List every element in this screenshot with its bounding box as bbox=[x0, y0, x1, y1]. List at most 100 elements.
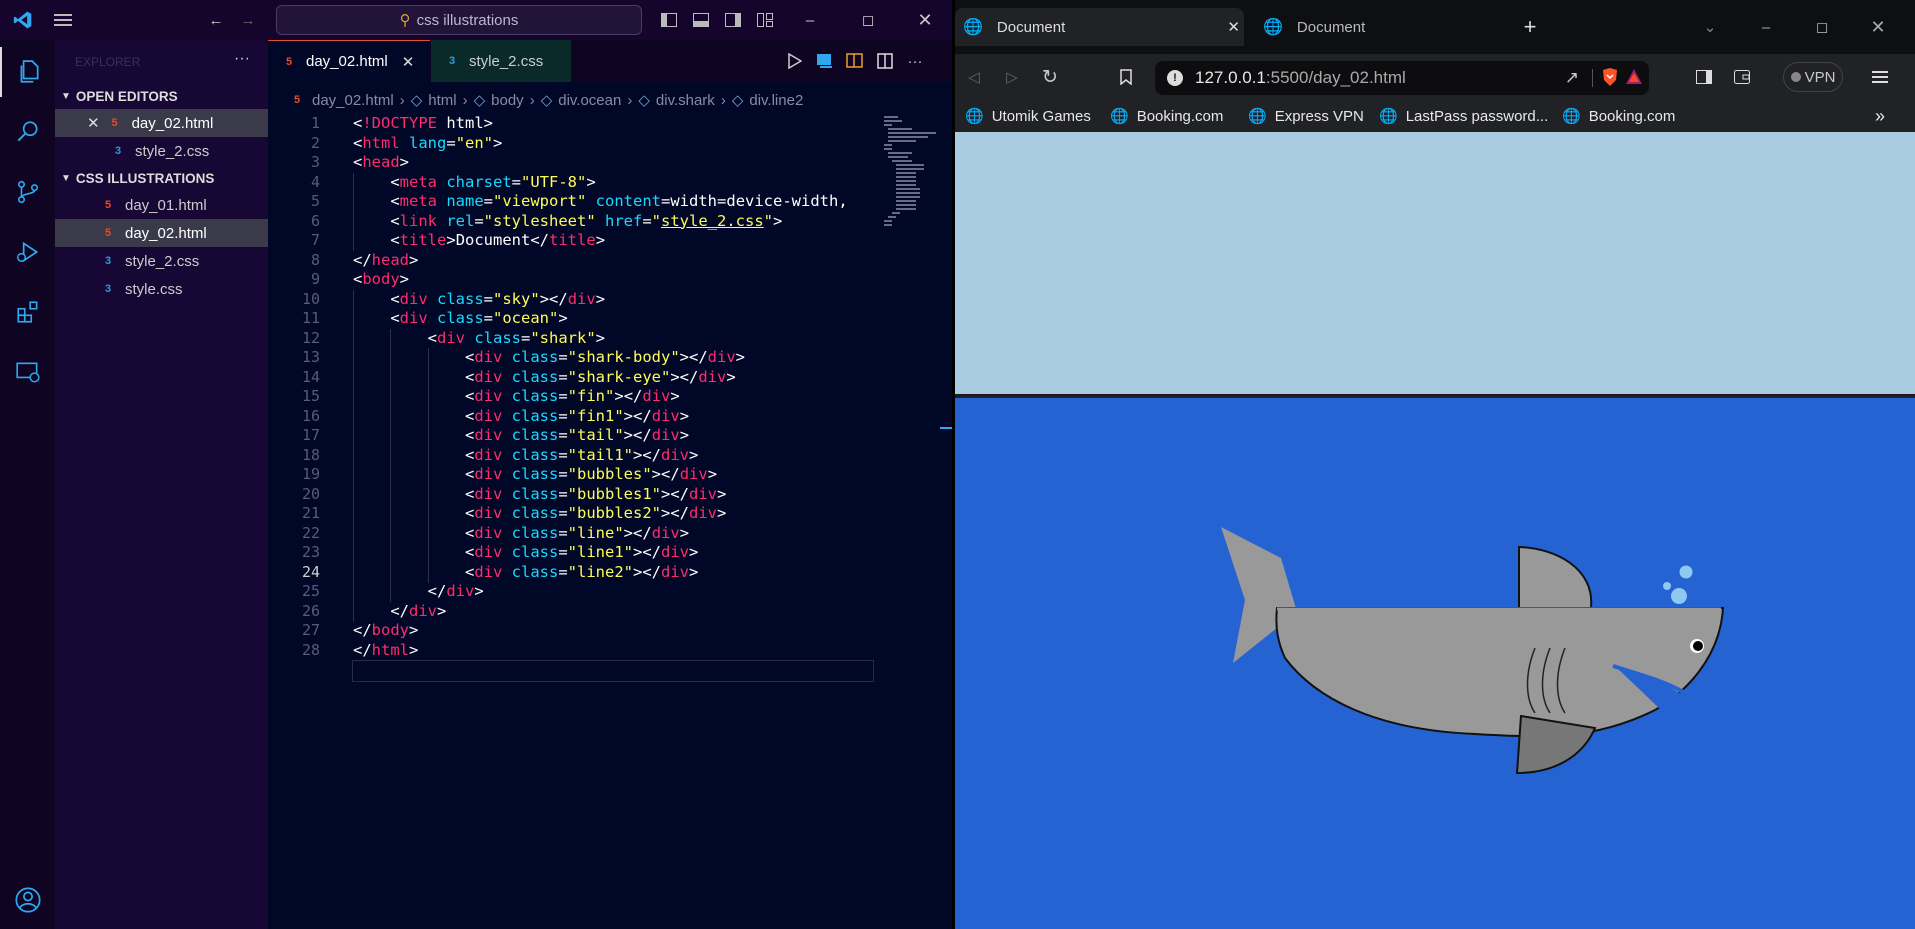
open-editor-item[interactable]: ✕ 5 day_02.html bbox=[55, 109, 268, 137]
back-icon[interactable]: ◁ bbox=[959, 54, 989, 100]
file-item[interactable]: 3 style_2.css bbox=[55, 247, 268, 275]
line-number: 16 bbox=[301, 406, 320, 425]
explorer-header: EXPLORER ··· bbox=[55, 40, 268, 83]
explorer-title: EXPLORER bbox=[75, 54, 141, 69]
code-line: </div> bbox=[353, 601, 446, 622]
tab-style-2[interactable]: 3 style_2.css bbox=[431, 40, 571, 82]
globe-icon: 🌐 bbox=[963, 19, 983, 36]
live-preview-icon[interactable] bbox=[842, 40, 868, 82]
forward-icon[interactable]: ▷ bbox=[997, 54, 1027, 100]
file-item[interactable]: 5 day_01.html bbox=[55, 191, 268, 219]
run-debug-icon[interactable] bbox=[0, 227, 55, 277]
minimize-icon[interactable]: – bbox=[1751, 8, 1781, 46]
wallet-icon[interactable] bbox=[1727, 54, 1757, 100]
bookmark-label: Express VPN bbox=[1274, 107, 1364, 125]
search-icon[interactable] bbox=[0, 107, 55, 157]
menu-icon[interactable] bbox=[48, 0, 78, 40]
vpn-button[interactable]: VPN bbox=[1783, 62, 1843, 92]
new-tab-icon[interactable]: + bbox=[1515, 8, 1545, 46]
reload-icon[interactable]: ↻ bbox=[1035, 54, 1065, 100]
file-item[interactable]: 3 style.css bbox=[55, 275, 268, 303]
tab-search-icon[interactable]: ⌄ bbox=[1695, 8, 1725, 46]
split-editor-icon[interactable] bbox=[872, 40, 898, 82]
open-editors-section[interactable]: ▼ OPEN EDITORS bbox=[55, 83, 268, 109]
browser-tab-active[interactable]: 🌐 Document ✕ bbox=[955, 8, 1244, 46]
browser-tab[interactable]: 🌐 Document bbox=[1255, 8, 1505, 46]
address-bar[interactable]: ! 127.0.0.1 :5500/day_02.html ↗ bbox=[1155, 61, 1649, 95]
maximize-icon[interactable]: ◻ bbox=[853, 0, 883, 40]
globe-icon: 🌐 bbox=[1110, 108, 1129, 125]
toggle-secondary-sidebar-icon[interactable] bbox=[720, 0, 746, 40]
css3-icon: 3 bbox=[114, 145, 122, 157]
more-bookmarks-icon[interactable]: » bbox=[1875, 100, 1885, 132]
breadcrumb-item[interactable]: div.line2 bbox=[749, 92, 803, 109]
line-number: 24 bbox=[301, 562, 320, 581]
bookmark-item[interactable]: 🌐 Express VPN bbox=[1248, 100, 1364, 132]
remote-explorer-icon[interactable] bbox=[0, 347, 55, 397]
vpn-status-icon bbox=[1790, 72, 1801, 82]
project-section[interactable]: ▼ CSS ILLUSTRATIONS bbox=[55, 165, 268, 191]
close-icon[interactable]: ✕ bbox=[402, 53, 415, 71]
chevron-down-icon: ▼ bbox=[61, 90, 71, 102]
toggle-sidebar-icon[interactable] bbox=[656, 0, 682, 40]
forward-arrow-icon[interactable]: → bbox=[234, 0, 262, 40]
command-center-search[interactable]: ⚲ css illustrations bbox=[276, 5, 642, 35]
breadcrumb-item[interactable]: html bbox=[428, 92, 456, 109]
code-line: <div class="bubbles"></div> bbox=[353, 465, 717, 485]
line-number: 1 bbox=[310, 114, 320, 132]
code-line: </div> bbox=[353, 582, 484, 602]
customize-layout-icon[interactable] bbox=[752, 0, 778, 40]
code-line: <div class="sky"></div> bbox=[353, 289, 605, 310]
share-icon[interactable]: ↗ bbox=[1565, 68, 1579, 88]
extensions-icon[interactable] bbox=[0, 287, 55, 337]
vscode-titlebar: ← → ⚲ css illustrations – ◻ ✕ bbox=[0, 0, 952, 40]
bookmark-item[interactable]: 🌐 Booking.com bbox=[1562, 100, 1675, 132]
accounts-icon[interactable] bbox=[0, 875, 55, 925]
site-info-icon[interactable]: ! bbox=[1167, 70, 1183, 86]
back-arrow-icon[interactable]: ← bbox=[202, 0, 230, 40]
line-number: 11 bbox=[301, 309, 320, 327]
indent-guide bbox=[353, 328, 354, 349]
more-actions-icon[interactable]: ··· bbox=[902, 40, 928, 82]
breadcrumb-item[interactable]: body bbox=[491, 92, 524, 109]
brave-rewards-icon[interactable] bbox=[1625, 68, 1643, 91]
maximize-icon[interactable]: ◻ bbox=[1807, 8, 1837, 46]
close-tab-icon[interactable]: ✕ bbox=[1227, 18, 1240, 36]
minimize-icon[interactable]: – bbox=[795, 0, 825, 40]
explorer-icon[interactable] bbox=[0, 47, 55, 97]
close-icon[interactable]: ✕ bbox=[87, 114, 100, 132]
more-actions-icon[interactable]: ··· bbox=[234, 50, 250, 68]
html5-icon: 5 bbox=[293, 94, 301, 106]
menu-icon[interactable] bbox=[1865, 54, 1895, 100]
indent-guide bbox=[427, 504, 429, 524]
file-label: day_01.html bbox=[125, 196, 207, 214]
indent-guide bbox=[353, 601, 354, 622]
open-preview-icon[interactable] bbox=[812, 40, 838, 82]
indent-guide bbox=[353, 504, 354, 524]
run-icon[interactable] bbox=[782, 40, 808, 82]
chevron-right-icon: › bbox=[462, 91, 468, 109]
close-icon[interactable]: ✕ bbox=[1863, 8, 1893, 46]
bookmark-item[interactable]: 🌐 LastPass password... bbox=[1379, 100, 1548, 132]
indent-guide bbox=[390, 367, 392, 388]
brave-shields-icon[interactable] bbox=[1601, 67, 1619, 92]
bookmark-icon[interactable] bbox=[1111, 54, 1141, 100]
source-control-icon[interactable] bbox=[0, 167, 55, 217]
bookmark-item[interactable]: 🌐 Booking.com bbox=[1110, 100, 1223, 132]
code-editor[interactable]: 1 <!DOCTYPE html> 2 <html lang="en"> 3 <head>… bbox=[268, 112, 874, 929]
sidebar-toggle-icon[interactable] bbox=[1689, 54, 1719, 100]
tab-day-02[interactable]: 5 day_02.html ✕ bbox=[268, 40, 430, 82]
project-title: CSS ILLUSTRATIONS bbox=[75, 170, 215, 186]
file-item[interactable]: 5 day_02.html bbox=[55, 219, 268, 247]
breadcrumb-item[interactable]: div.ocean bbox=[558, 92, 621, 109]
editor-scrollbar[interactable] bbox=[938, 82, 952, 929]
close-icon[interactable]: ✕ bbox=[910, 0, 940, 40]
breadcrumb-item[interactable]: day_02.html bbox=[312, 92, 394, 109]
minimap[interactable] bbox=[874, 112, 936, 929]
open-editor-item[interactable]: 3 style_2.css bbox=[55, 137, 268, 165]
breadcrumb-item[interactable]: div.shark bbox=[656, 92, 715, 109]
toggle-panel-icon[interactable] bbox=[688, 0, 714, 40]
indent-guide bbox=[353, 426, 354, 446]
bookmark-item[interactable]: 🌐 Utomik Games bbox=[965, 100, 1091, 132]
line-number: 7 bbox=[310, 231, 320, 249]
